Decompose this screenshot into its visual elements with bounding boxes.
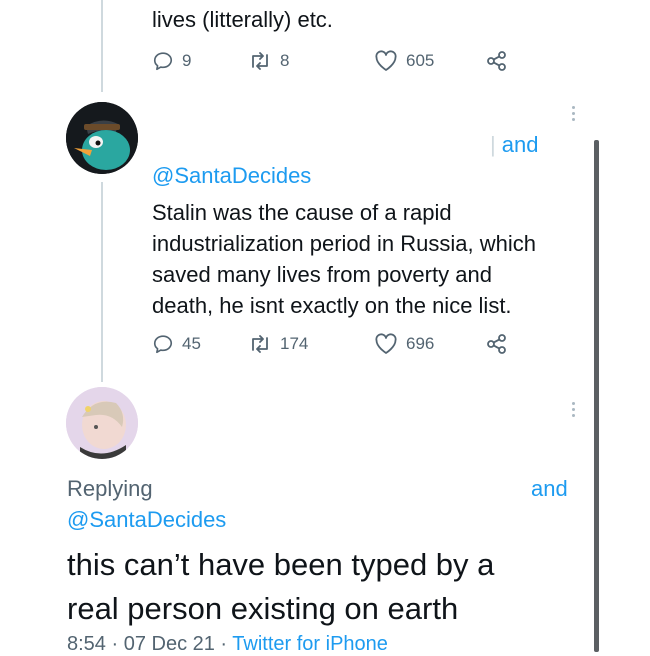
avatar[interactable] <box>66 387 138 459</box>
mention-and[interactable]: and <box>502 132 539 157</box>
more-icon[interactable] <box>570 402 576 417</box>
avatar[interactable] <box>66 102 138 174</box>
source-link[interactable]: Twitter for iPhone <box>232 633 388 655</box>
reply-icon <box>153 335 173 354</box>
tweet-text: this can’t have been typed by a real per… <box>67 543 494 631</box>
tweet-line: Stalin was the cause of a rapid <box>152 200 452 225</box>
retweet-button[interactable]: 174 <box>248 333 374 355</box>
retweet-icon <box>252 52 268 70</box>
retweet-button[interactable]: 8 <box>248 50 374 72</box>
like-button[interactable]: 696 <box>374 333 486 355</box>
mention-and[interactable]: and <box>531 476 568 502</box>
like-icon <box>375 50 397 71</box>
replying-to: | and <box>490 132 539 157</box>
thread-line <box>101 0 103 92</box>
thread-line <box>101 182 103 382</box>
share-icon <box>487 51 506 71</box>
retweet-count: 8 <box>280 51 290 70</box>
tweet-line: real person existing on earth <box>67 591 459 626</box>
like-count: 605 <box>406 51 435 70</box>
like-icon <box>375 333 397 354</box>
like-count: 696 <box>406 334 435 353</box>
share-icon <box>487 334 506 354</box>
timestamp[interactable]: 8:54 · 07 Dec 21 · <box>67 633 232 655</box>
reply-handle-link[interactable]: @SantaDecides <box>67 507 226 533</box>
tweet-meta: 8:54 · 07 Dec 21 · Twitter for iPhone <box>67 633 388 656</box>
reply-icon <box>153 52 173 71</box>
tweet-text: Stalin was the cause of a rapid industri… <box>152 197 592 321</box>
share-button[interactable] <box>486 333 508 355</box>
tweet-line: saved many lives from poverty and <box>152 262 492 287</box>
tweet-line: this can’t have been typed by a <box>67 547 495 582</box>
reply-button[interactable]: 45 <box>152 333 248 355</box>
replying-label: Replying <box>67 476 153 501</box>
tweet-line: death, he isnt exactly on the nice list. <box>152 293 512 318</box>
scrollbar[interactable] <box>594 140 599 652</box>
tweet-text: lives (litterally) etc. <box>152 7 333 32</box>
more-icon[interactable] <box>570 106 576 121</box>
reply-count: 9 <box>182 51 192 70</box>
share-button[interactable] <box>486 50 508 72</box>
reply-count: 45 <box>182 334 201 353</box>
tweet-line: industrialization period in Russia, whic… <box>152 231 536 256</box>
tweet-actions: 9 8 605 <box>152 48 508 74</box>
retweet-count: 174 <box>280 334 309 353</box>
reply-button[interactable]: 9 <box>152 50 248 72</box>
reply-handle-link[interactable]: @SantaDecides <box>152 163 311 189</box>
tweet-actions: 45 174 696 <box>152 331 508 357</box>
retweet-icon <box>252 335 268 353</box>
like-button[interactable]: 605 <box>374 50 486 72</box>
